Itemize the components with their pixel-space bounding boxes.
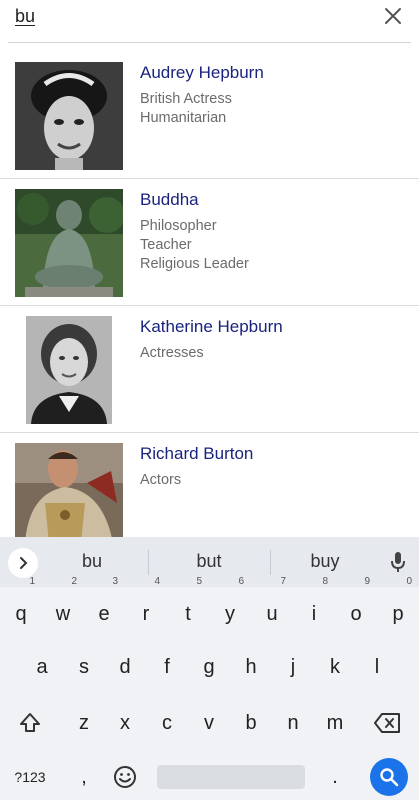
result-description-line: British Actress	[140, 91, 232, 107]
result-description-line: Religious Leader	[140, 256, 249, 272]
result-description-line: Philosopher	[140, 218, 217, 234]
key-x[interactable]: x	[105, 700, 145, 746]
result-description: Actresses	[140, 344, 204, 363]
key-s[interactable]: s	[64, 644, 104, 690]
key-label: o	[350, 603, 362, 625]
results-list: Audrey Hepburn British Actress Humanitar…	[0, 52, 419, 560]
key-h[interactable]: h	[231, 644, 271, 690]
mic-icon[interactable]	[388, 550, 408, 574]
key-number-hint: 5	[196, 576, 202, 587]
key-number-hint: 2	[71, 576, 77, 587]
key-r[interactable]: 4r	[126, 576, 166, 637]
result-item[interactable]: Katherine Hepburn Actresses	[0, 306, 419, 433]
emoji-icon	[114, 766, 136, 788]
key-g[interactable]: g	[189, 644, 229, 690]
key-o[interactable]: 9o	[336, 576, 376, 637]
key-p[interactable]: 0p	[378, 576, 418, 637]
app: bu Audrey Hepburn British Actress Humani…	[0, 0, 419, 800]
key-t[interactable]: 5t	[168, 576, 208, 637]
suggestion-3[interactable]: buy	[265, 551, 385, 572]
result-description-line: Actresses	[140, 345, 204, 361]
search-bar: bu	[0, 0, 419, 44]
result-thumbnail	[15, 189, 123, 297]
key-label: p	[392, 603, 404, 625]
key-y[interactable]: 6y	[210, 576, 250, 637]
key-a[interactable]: a	[22, 644, 62, 690]
result-description: Actors	[140, 471, 181, 490]
key-number-hint: 4	[154, 576, 160, 587]
result-item[interactable]: Audrey Hepburn British Actress Humanitar…	[0, 52, 419, 179]
key-e[interactable]: 3e	[84, 576, 124, 637]
emoji-key[interactable]	[105, 754, 145, 800]
shift-key[interactable]	[10, 700, 50, 746]
close-icon	[385, 8, 401, 24]
result-name[interactable]: Buddha	[140, 190, 199, 210]
key-k[interactable]: k	[315, 644, 355, 690]
key-number-hint: 0	[406, 576, 412, 587]
result-item[interactable]: Buddha Philosopher Teacher Religious Lea…	[0, 179, 419, 306]
result-thumbnail	[15, 62, 123, 170]
key-number-hint: 3	[112, 576, 118, 587]
symbols-key[interactable]: ?123	[10, 754, 50, 800]
search-input[interactable]: bu	[15, 6, 35, 27]
result-description-line: Humanitarian	[140, 110, 227, 126]
key-number-hint: 9	[364, 576, 370, 587]
clear-search-button[interactable]	[381, 4, 405, 28]
key-label: e	[98, 603, 110, 625]
key-number-hint: 7	[280, 576, 286, 587]
search-key[interactable]	[370, 758, 408, 796]
shift-icon	[20, 713, 40, 732]
key-number-hint: 8	[322, 576, 328, 587]
key-label: t	[185, 603, 191, 625]
result-thumbnail	[15, 443, 123, 543]
key-b[interactable]: b	[231, 700, 271, 746]
comma-key[interactable]: ,	[64, 754, 104, 800]
suggestion-1[interactable]: bu	[32, 551, 152, 572]
key-number-hint: 1	[29, 576, 35, 587]
search-divider	[8, 42, 411, 43]
key-n[interactable]: n	[273, 700, 313, 746]
key-label: r	[142, 603, 150, 625]
keyboard: bu but buy 1q 2w 3e 4r 5t 6y 7u 8i 9o 0p…	[0, 537, 419, 800]
suggestion-bar: bu but buy	[0, 537, 419, 587]
key-q[interactable]: 1q	[1, 576, 41, 637]
result-description: Philosopher Teacher Religious Leader	[140, 217, 249, 274]
suggestion-2[interactable]: but	[149, 551, 269, 572]
key-l[interactable]: l	[357, 644, 397, 690]
result-description-line: Teacher	[140, 237, 192, 253]
key-label: u	[266, 603, 278, 625]
key-j[interactable]: j	[273, 644, 313, 690]
key-f[interactable]: f	[147, 644, 187, 690]
backspace-key[interactable]	[367, 700, 407, 746]
key-v[interactable]: v	[189, 700, 229, 746]
result-thumbnail	[15, 316, 123, 424]
result-name[interactable]: Audrey Hepburn	[140, 63, 264, 83]
result-description-line: Actors	[140, 472, 182, 488]
search-icon	[380, 768, 399, 787]
key-d[interactable]: d	[105, 644, 145, 690]
key-c[interactable]: c	[147, 700, 187, 746]
chevron-right-icon	[20, 557, 28, 569]
key-w[interactable]: 2w	[43, 576, 83, 637]
key-label: i	[311, 603, 317, 625]
key-number-hint: 6	[238, 576, 244, 587]
result-name[interactable]: Richard Burton	[140, 444, 253, 464]
space-key[interactable]	[157, 765, 305, 789]
key-z[interactable]: z	[64, 700, 104, 746]
result-description: British Actress Humanitarian	[140, 90, 232, 128]
result-name[interactable]: Katherine Hepburn	[140, 317, 283, 337]
key-i[interactable]: 8i	[294, 576, 334, 637]
backspace-icon	[374, 713, 400, 733]
period-key[interactable]: .	[315, 754, 355, 800]
key-label: y	[225, 603, 235, 625]
key-m[interactable]: m	[315, 700, 355, 746]
key-u[interactable]: 7u	[252, 576, 292, 637]
key-label: w	[55, 603, 71, 625]
key-label: q	[15, 603, 27, 625]
